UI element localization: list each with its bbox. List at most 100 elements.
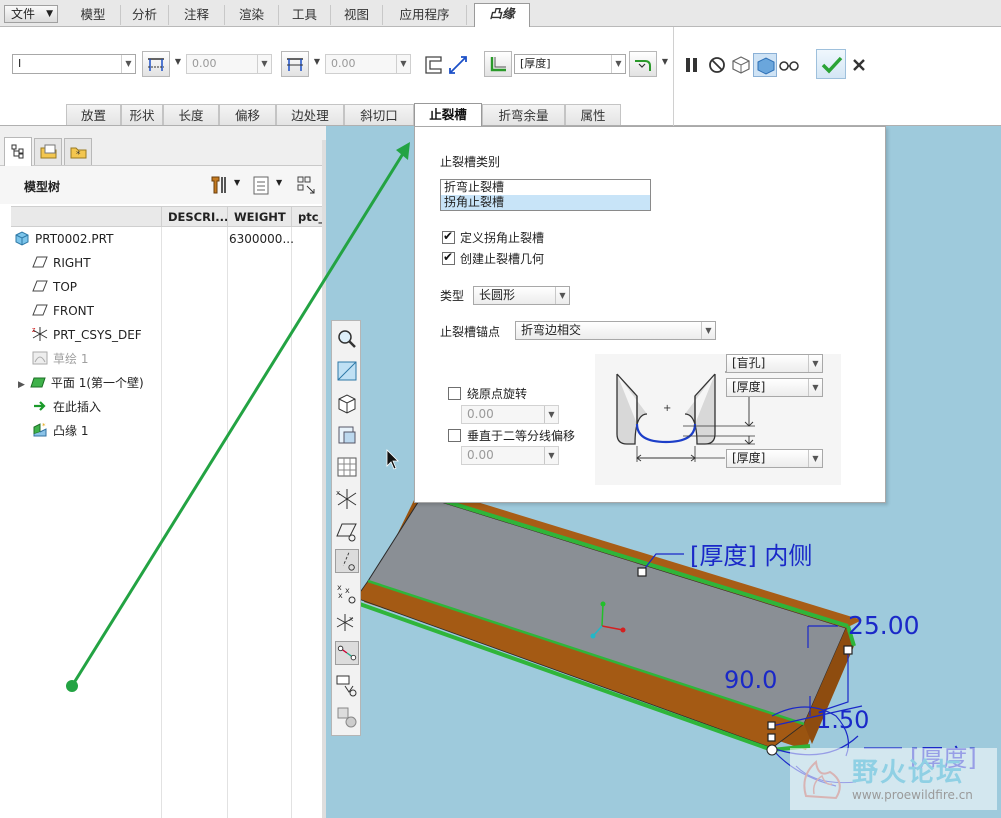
- watermark-url: www.proewildfire.cn: [852, 788, 973, 802]
- tree-item-right[interactable]: RIGHT: [32, 253, 91, 273]
- preview-separate-icon[interactable]: [729, 53, 753, 77]
- tab-folder-browser[interactable]: [34, 138, 62, 165]
- column-description[interactable]: DESCRI...: [161, 207, 228, 227]
- subtab-edge-treatment[interactable]: 边处理: [276, 104, 344, 125]
- wildfire-logo-icon: [803, 760, 841, 800]
- subtab-relief[interactable]: 止裂槽: [414, 103, 482, 126]
- tree-item-label: 平面 1(第一个壁): [50, 376, 144, 390]
- subtab-miter-cut[interactable]: 斜切口: [344, 104, 414, 125]
- tab-flange[interactable]: 凸缘: [474, 3, 530, 28]
- length-end-button[interactable]: ▼: [142, 51, 181, 77]
- tree-item-part[interactable]: PRT0002.PRT: [14, 229, 113, 249]
- view-toolbar: x xxx x: [331, 320, 361, 736]
- list-item-corner-relief[interactable]: 拐角止裂槽: [441, 195, 650, 210]
- offset-value-input[interactable]: 0.00 ▼: [461, 446, 559, 465]
- expand-arrow-icon[interactable]: ▶: [18, 380, 25, 390]
- plane-display-icon[interactable]: [335, 519, 359, 543]
- offset-value: 0.00: [331, 57, 356, 70]
- show-list-icon[interactable]: [250, 174, 272, 196]
- profile-icon[interactable]: [423, 53, 447, 77]
- relief-shape-select[interactable]: 长圆形 ▼: [473, 286, 570, 305]
- tree-item-front[interactable]: FRONT: [32, 301, 94, 321]
- define-corner-relief-label: 定义拐角止裂槽: [460, 231, 545, 245]
- saved-views-icon[interactable]: [335, 423, 359, 447]
- length-value-input[interactable]: 0.00 ▼: [186, 54, 272, 74]
- relief-depth-select[interactable]: [盲孔] ▼: [726, 354, 823, 373]
- settings-tools-icon[interactable]: [208, 174, 230, 196]
- angle-dimension[interactable]: 90.0: [724, 666, 777, 694]
- glasses-preview-icon[interactable]: [777, 53, 801, 77]
- tab-tools[interactable]: 工具: [279, 5, 331, 25]
- chevron-down-icon: ▼: [661, 57, 668, 66]
- tab-model[interactable]: 模型: [66, 5, 121, 25]
- tree-columns-icon[interactable]: [296, 174, 318, 196]
- point-display-icon[interactable]: x xx: [335, 581, 359, 605]
- create-relief-geometry-checkbox[interactable]: [442, 250, 455, 265]
- tab-applications[interactable]: 应用程序: [383, 5, 467, 25]
- pause-icon[interactable]: [680, 53, 704, 77]
- tab-view[interactable]: 视图: [331, 5, 383, 25]
- subtab-length[interactable]: 长度: [163, 104, 219, 125]
- file-menu-button[interactable]: 文件 ▼: [4, 5, 58, 23]
- subtab-offset[interactable]: 偏移: [219, 104, 276, 125]
- column-weight[interactable]: WEIGHT: [227, 207, 291, 227]
- flip-direction-icon[interactable]: [446, 53, 470, 77]
- bend-dimension-icon: [635, 60, 651, 71]
- shape-select[interactable]: I ▼: [12, 54, 136, 74]
- tab-favorites[interactable]: *: [64, 138, 92, 165]
- tree-item-planar-wall[interactable]: ▶ 平面 1(第一个壁): [18, 373, 144, 393]
- csys-tag-display-icon[interactable]: x: [335, 611, 359, 635]
- relief-anchor-select[interactable]: 折弯边相交 ▼: [515, 321, 716, 340]
- drag-handle[interactable]: [766, 744, 778, 756]
- tab-analysis[interactable]: 分析: [121, 5, 169, 25]
- subtab-shape[interactable]: 形状: [121, 104, 163, 125]
- subtab-properties[interactable]: 属性: [565, 104, 621, 125]
- verify-preview-icon[interactable]: [753, 53, 777, 77]
- tree-item-sketch[interactable]: 草绘 1: [32, 349, 88, 369]
- offset-end-button[interactable]: ▼: [281, 51, 320, 77]
- column-ptc[interactable]: ptc_: [291, 207, 322, 227]
- chevron-down-icon: ▼: [257, 55, 271, 73]
- length-dimension[interactable]: 25.00: [848, 611, 920, 640]
- display-style-icon[interactable]: [335, 455, 359, 479]
- svg-text:*: *: [76, 150, 81, 160]
- model-tree-icon: [11, 144, 24, 159]
- tree-item-top[interactable]: TOP: [32, 277, 77, 297]
- tree-item-insert-here[interactable]: 在此插入: [32, 397, 101, 417]
- confirm-button[interactable]: [816, 49, 846, 79]
- orient-cube-icon[interactable]: [335, 391, 359, 415]
- subtab-bend-allowance[interactable]: 折弯余量: [482, 104, 565, 125]
- tab-annotate[interactable]: 注释: [169, 5, 225, 25]
- tab-render[interactable]: 渲染: [225, 5, 279, 25]
- relief-width-select[interactable]: [厚度] ▼: [726, 378, 823, 397]
- tree-item-label: FRONT: [53, 304, 94, 318]
- tree-item-flange[interactable]: * 凸缘 1: [32, 421, 88, 441]
- tree-item-csys[interactable]: Z PRT_CSYS_DEF: [32, 325, 142, 345]
- offset-normal-bisector-checkbox[interactable]: [448, 429, 461, 442]
- relief-length-select[interactable]: [厚度] ▼: [726, 449, 823, 468]
- rotate-value-input[interactable]: 0.00 ▼: [461, 405, 559, 424]
- define-corner-relief-checkbox[interactable]: [442, 229, 455, 244]
- thickness-inside-label[interactable]: [厚度] 内侧: [690, 536, 812, 571]
- anchor-label: 止裂槽锚点: [440, 325, 501, 339]
- zoom-icon[interactable]: [335, 327, 359, 351]
- relief-type-list[interactable]: 折弯止裂槽 拐角止裂槽: [440, 179, 651, 211]
- appearance-icon[interactable]: [335, 705, 359, 729]
- axis-display-icon[interactable]: [335, 549, 359, 573]
- radius-dimension[interactable]: 1.50: [816, 706, 869, 734]
- spin-center-icon[interactable]: [335, 641, 359, 665]
- no-preview-icon[interactable]: [705, 53, 729, 77]
- annotation-display-icon[interactable]: [335, 673, 359, 697]
- tab-model-tree[interactable]: [4, 137, 32, 166]
- offset-value-input[interactable]: 0.00 ▼: [325, 54, 411, 74]
- length-value: 0.00: [192, 57, 217, 70]
- list-item-bend-relief[interactable]: 折弯止裂槽: [441, 180, 650, 195]
- cancel-icon[interactable]: [850, 55, 874, 79]
- refit-icon[interactable]: [335, 359, 359, 383]
- csys-display-icon[interactable]: x: [335, 487, 359, 511]
- rotate-about-origin-checkbox[interactable]: [448, 387, 461, 400]
- bend-radius-select[interactable]: [厚度] ▼: [514, 54, 626, 74]
- bend-dimension-button[interactable]: ▼: [629, 51, 668, 77]
- subtab-placement[interactable]: 放置: [66, 104, 121, 125]
- thickness-side-button[interactable]: [484, 51, 512, 77]
